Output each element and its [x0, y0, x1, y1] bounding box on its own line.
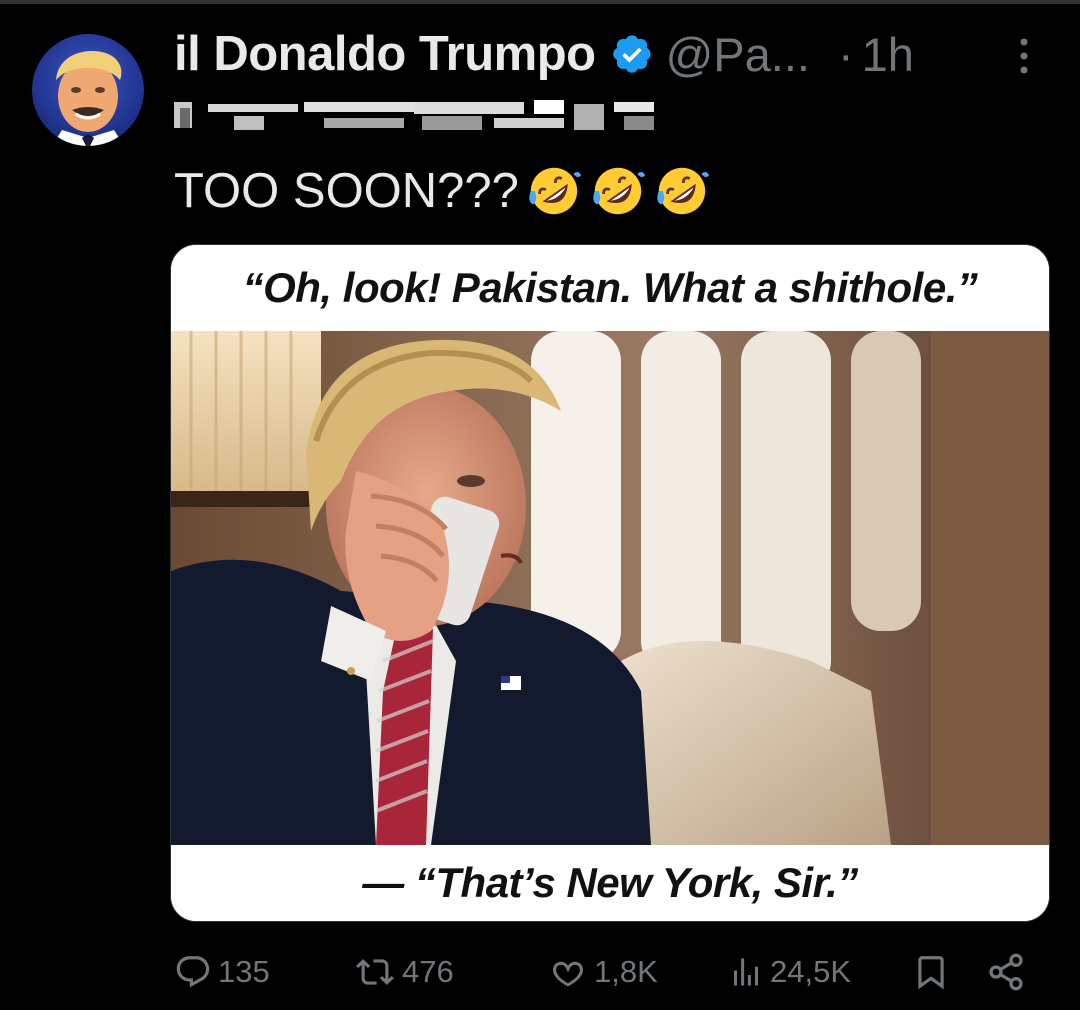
repost-count: 476 [402, 954, 454, 989]
avatar-photo-icon [52, 51, 124, 146]
views-analytics-icon [734, 958, 758, 986]
share-icon [989, 953, 1023, 991]
meme-caption-top: “Oh, look! Pakistan. What a shithole.” [171, 245, 1049, 331]
author-handle[interactable]: @Pa... [666, 27, 810, 82]
repost-button[interactable]: 476 [354, 948, 454, 996]
top-divider [0, 0, 1080, 4]
views-button[interactable]: 24,5K [728, 948, 851, 996]
tweet-media-image[interactable]: “Oh, look! Pakistan. What a shithole.” —… [170, 244, 1050, 922]
tweet-text-content: TOO SOON??? [174, 164, 519, 218]
verified-badge-icon [612, 35, 651, 73]
like-button[interactable]: 1,8K [548, 948, 658, 996]
reply-icon [176, 956, 210, 988]
tweet-action-bar: 135 476 1,8K 24,5K [174, 948, 1034, 998]
more-options-icon[interactable] [1014, 36, 1034, 76]
meme-caption-bottom: — “That’s New York, Sir.” [171, 845, 1049, 921]
repost-icon [356, 959, 394, 985]
tweet-text: TOO SOON??? [174, 162, 711, 220]
reply-button[interactable]: 135 [174, 948, 270, 996]
tweet-timestamp[interactable]: 1h [862, 27, 914, 82]
bookmark-icon [918, 956, 944, 990]
share-button[interactable] [986, 948, 1032, 996]
heart-icon [552, 961, 584, 987]
author-display-name[interactable]: il Donaldo Trumpo [174, 26, 596, 82]
avatar[interactable] [32, 34, 144, 146]
meme-photo [171, 331, 1049, 845]
views-count: 24,5K [770, 954, 852, 989]
tweet-header: il Donaldo Trumpo @Pa... · 1h [174, 22, 914, 86]
header-separator: · [837, 27, 854, 81]
rolling-on-floor-laughing-emoji-icon [593, 167, 646, 215]
like-count: 1,8K [594, 954, 658, 989]
rolling-on-floor-laughing-emoji-icon [657, 167, 710, 215]
rolling-on-floor-laughing-emoji-icon [529, 167, 582, 215]
redacted-text-block [174, 100, 654, 130]
bookmark-button[interactable] [912, 948, 956, 996]
reply-count: 135 [218, 954, 270, 989]
